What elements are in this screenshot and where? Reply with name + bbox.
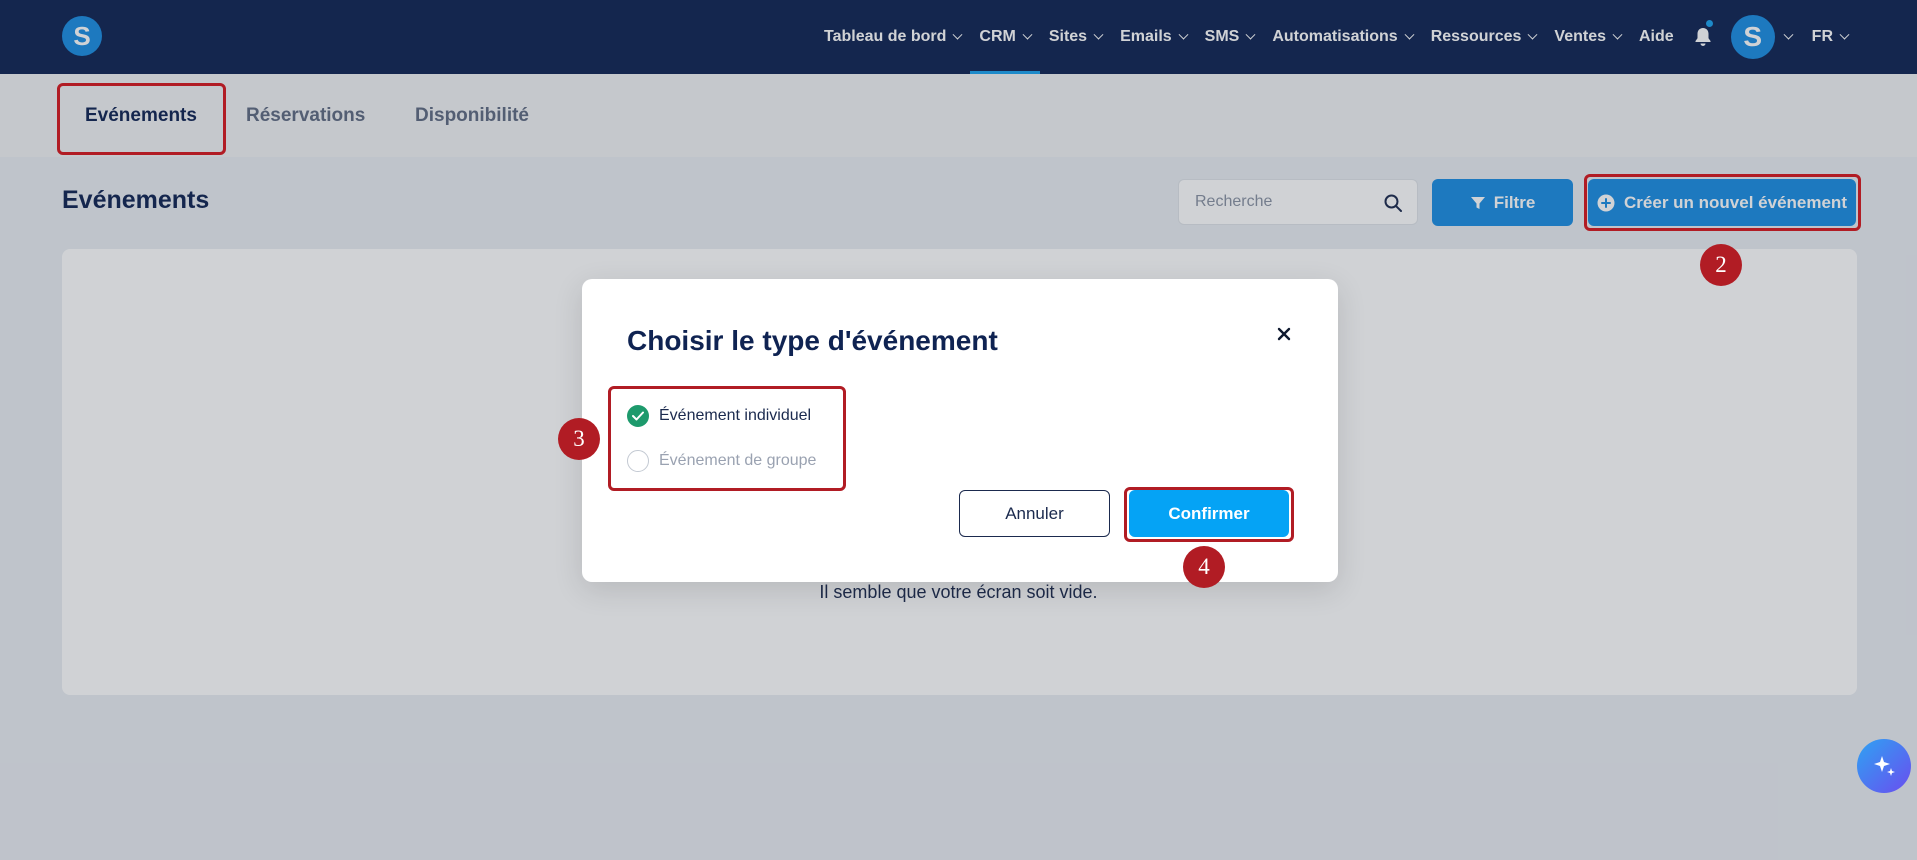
step-badge-4: 4 [1183,546,1225,588]
step-badge-3: 3 [558,418,600,460]
cancel-button[interactable]: Annuler [959,490,1110,537]
close-icon [1277,327,1291,341]
highlight-confirm-button [1124,487,1294,542]
highlight-create-button [1584,174,1861,231]
ai-assistant-button[interactable] [1857,739,1911,793]
step-badge-2: 2 [1700,244,1742,286]
sparkle-icon [1874,756,1895,776]
dialog-title: Choisir le type d'événement [627,325,998,356]
close-button[interactable] [1272,322,1296,346]
highlight-tab-events [57,83,226,155]
highlight-event-options [608,386,846,491]
